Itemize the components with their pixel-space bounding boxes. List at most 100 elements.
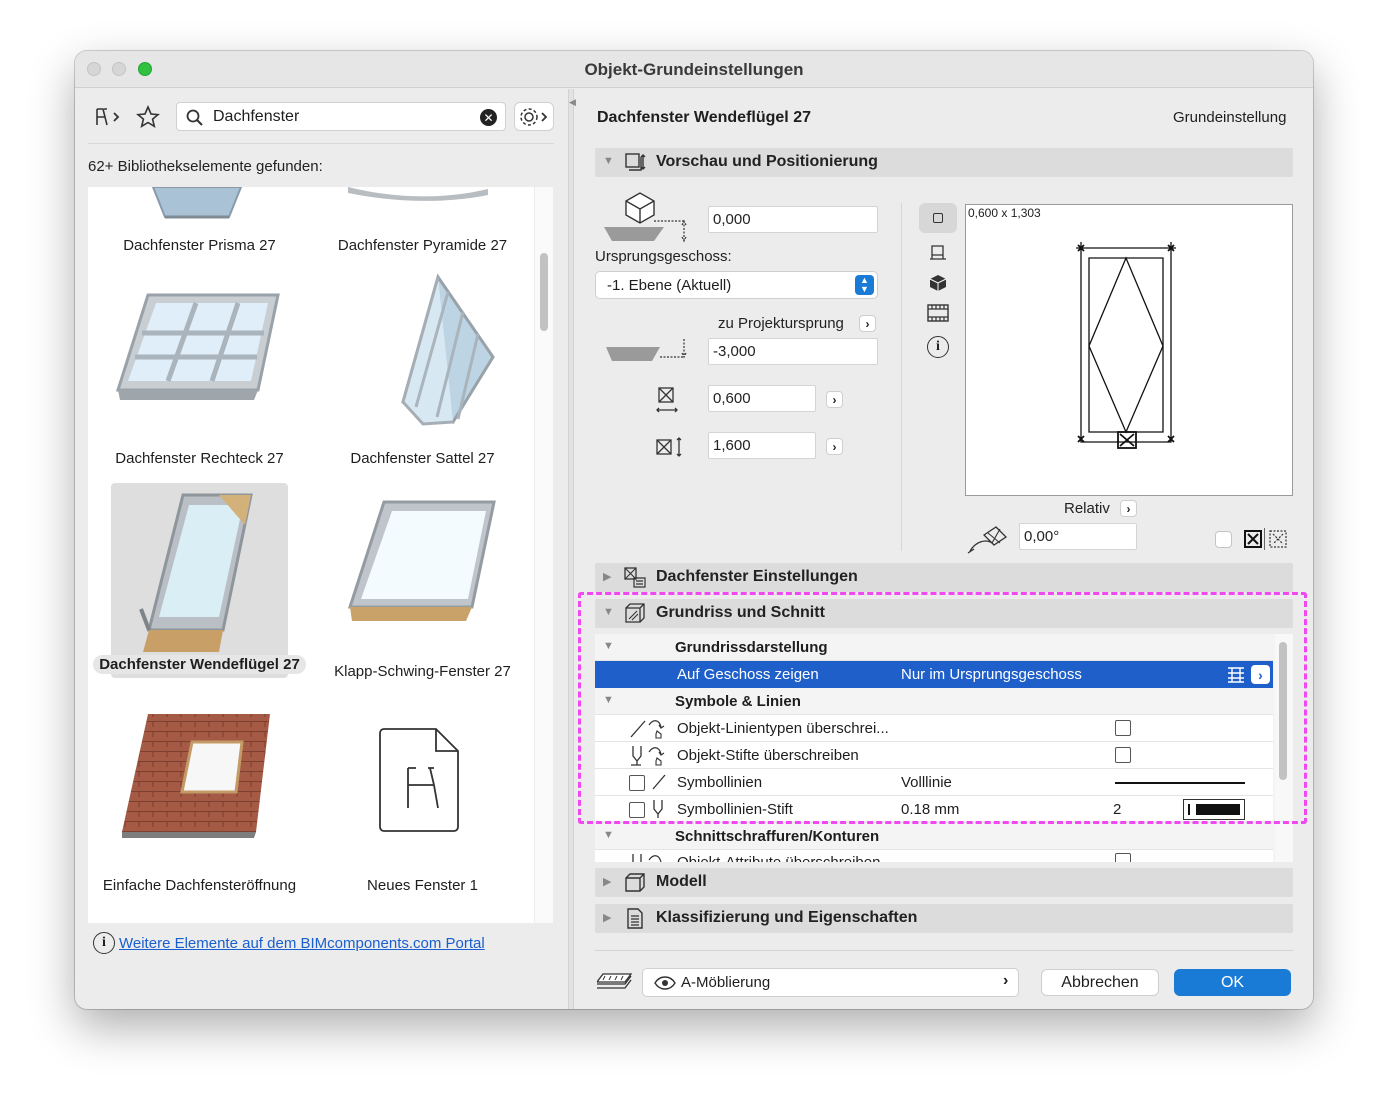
library-item-grid: Dachfenster Prisma 27 Dachfenster Pyrami… [88, 187, 553, 923]
gear-icon [520, 107, 548, 126]
relative-label: Relativ [1064, 500, 1110, 517]
view-2d-button[interactable] [919, 203, 957, 233]
eye-icon [654, 976, 676, 990]
width-more-button[interactable]: › [826, 391, 843, 408]
layer-select[interactable]: A-Möblierung › [642, 968, 1019, 997]
library-item-label[interactable]: Einfache Dachfensteröffnung [88, 877, 311, 894]
library-item-label[interactable]: Dachfenster Rechteck 27 [88, 450, 311, 467]
section-title: Dachfenster Einstellungen [656, 568, 858, 585]
square-icon [933, 213, 943, 223]
dialog-window: Objekt-Grundeinstellungen Dachfenster ✕ … [75, 51, 1313, 1009]
mirrored-icon [1269, 530, 1287, 548]
library-item-thumbnail[interactable] [118, 712, 278, 842]
library-item-label-selected[interactable]: Dachfenster Wendeflügel 27 [93, 655, 306, 674]
file-document-icon[interactable] [378, 723, 464, 837]
library-item-thumbnail[interactable] [128, 187, 268, 227]
scrollbar-track[interactable] [534, 187, 553, 923]
height-more-button[interactable]: › [826, 438, 843, 455]
library-tree-button[interactable] [91, 105, 125, 129]
favorites-star-icon[interactable] [135, 105, 161, 129]
height-icon [656, 437, 682, 457]
window-plan-symbol [1076, 242, 1176, 449]
window-title: Objekt-Grundeinstellungen [584, 60, 804, 79]
elevation-icon [604, 192, 687, 243]
override-attributes-checkbox[interactable] [1115, 853, 1131, 862]
home-story-label: Ursprungsgeschoss: [595, 248, 732, 265]
search-box[interactable]: Dachfenster ✕ [176, 102, 506, 131]
rotation-angle-icon [967, 526, 1008, 554]
document-list-icon [627, 908, 643, 929]
settings-mode-label: Grundeinstellung [1173, 109, 1287, 126]
relative-toggle-button[interactable]: › [1120, 500, 1137, 517]
library-item-label[interactable]: Klapp-Schwing-Fenster 27 [311, 663, 534, 680]
section-title: Modell [656, 873, 707, 890]
library-item-thumbnail[interactable] [344, 497, 504, 642]
section-title: Klassifizierung und Eigenschaften [656, 909, 918, 926]
row-override-attributes-partial[interactable]: Objekt-Attribute überschreiben [595, 850, 1273, 862]
width-input[interactable]: 0,600 [708, 385, 816, 412]
cancel-button[interactable]: Abbrechen [1041, 969, 1159, 996]
expand-triangle-icon: ▶ [603, 876, 612, 888]
mirror-checkbox[interactable] [1215, 531, 1232, 548]
collapse-triangle-icon: ▼ [603, 155, 614, 167]
skylight-settings-icon [624, 567, 646, 588]
section-header-preview[interactable]: ▼ Vorschau und Positionierung [595, 148, 1293, 177]
cube-icon [625, 873, 645, 892]
width-icon [656, 387, 678, 413]
reference-elevation-icon [606, 339, 687, 361]
results-count-label: 62+ Bibliothekselemente gefunden: [88, 158, 323, 175]
settings-gear-button[interactable] [514, 102, 554, 131]
search-input[interactable]: Dachfenster [213, 108, 299, 126]
panel-splitter[interactable]: ◀ [568, 89, 576, 1009]
ok-button[interactable]: OK [1174, 969, 1291, 996]
height-input[interactable]: 1,600 [708, 432, 816, 459]
project-zero-toggle-button[interactable]: › [859, 315, 876, 332]
title-bar: Objekt-Grundeinstellungen [75, 51, 1313, 88]
attribute-override-icon [632, 854, 662, 862]
highlight-annotation [578, 592, 1307, 824]
side-view-icon[interactable] [929, 243, 947, 261]
layers-icon [597, 973, 633, 989]
library-item-label[interactable]: Neues Fenster 1 [311, 877, 534, 894]
library-item-selected[interactable] [111, 483, 288, 678]
library-item-label[interactable]: Dachfenster Sattel 27 [311, 450, 534, 467]
section-header-skylight-settings[interactable]: ▶ Dachfenster Einstellungen [595, 563, 1293, 592]
preview-canvas: 0,600 x 1,303 [965, 204, 1293, 496]
divider [1264, 528, 1265, 550]
chevron-right-icon: › [1003, 972, 1009, 989]
preview-size-label: 0,600 x 1,303 [968, 206, 1041, 220]
elevation-input[interactable]: 0,000 [708, 206, 878, 233]
section-header-model[interactable]: ▶ Modell [595, 868, 1293, 897]
collapse-triangle-icon: ▼ [603, 829, 614, 841]
home-story-select[interactable]: -1. Ebene (Aktuell) ▲ ▼ [595, 271, 878, 299]
library-item-thumbnail[interactable] [338, 187, 498, 207]
section-title: Vorschau und Positionierung [656, 153, 878, 170]
expand-triangle-icon: ▶ [603, 912, 612, 924]
project-zero-label: zu Projektursprung [718, 315, 844, 332]
library-item-thumbnail[interactable] [108, 287, 288, 427]
divider [901, 203, 902, 551]
film-icon[interactable] [926, 302, 950, 324]
library-item-label[interactable]: Dachfenster Prisma 27 [88, 237, 311, 254]
search-icon [186, 109, 203, 126]
preview-position-icon [625, 153, 646, 171]
divider [88, 143, 554, 144]
3d-view-icon[interactable] [928, 273, 948, 293]
expand-triangle-icon: ▶ [603, 571, 612, 583]
object-name: Dachfenster Wendeflügel 27 [597, 109, 811, 126]
library-item-thumbnail[interactable] [343, 272, 503, 437]
group-row-section-fills[interactable]: ▼ Schnittschraffuren/Konturen [595, 823, 1273, 850]
info-icon: i [93, 932, 115, 954]
info-icon[interactable]: i [927, 336, 949, 358]
scrollbar-thumb[interactable] [540, 253, 548, 331]
section-header-classification[interactable]: ▶ Klassifizierung und Eigenschaften [595, 904, 1293, 933]
mirror-icon [1244, 530, 1262, 548]
project-zero-input[interactable]: -3,000 [708, 338, 878, 365]
clear-search-icon[interactable]: ✕ [480, 109, 497, 126]
divider [595, 950, 1293, 951]
portal-link[interactable]: Weitere Elemente auf dem BIMcomponents.c… [119, 935, 485, 952]
angle-input[interactable]: 0,00° [1019, 523, 1137, 550]
select-arrows-icon: ▲ ▼ [855, 275, 874, 295]
library-item-label[interactable]: Dachfenster Pyramide 27 [311, 237, 534, 254]
library-panel: Dachfenster ✕ 62+ Bibliothekselemente ge… [75, 89, 568, 1009]
